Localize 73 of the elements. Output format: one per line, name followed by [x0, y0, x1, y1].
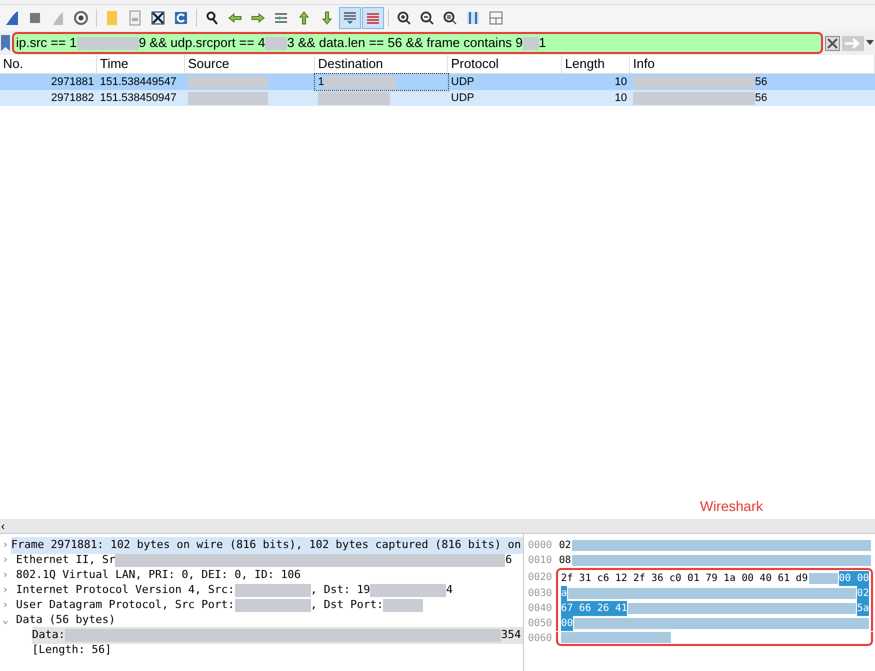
column-header[interactable]: Destination [318, 54, 384, 73]
tree-toggle[interactable]: › [2, 597, 16, 614]
tree-text: User Datagram Protocol, Src Port: [16, 597, 235, 614]
tree-item[interactable]: Data: 354 [32, 627, 523, 644]
offset-label: 0040 [527, 602, 554, 616]
offset-label: 0000 [527, 539, 554, 553]
table-cell-text: 56 [755, 74, 768, 90]
offset-label: 0050 [527, 617, 554, 631]
tree-item[interactable]: Frame 2971881: 102 bytes on wire (816 bits), 102 bytes captured (816 bits) on [11, 537, 523, 554]
table-cell-text: 56 [755, 90, 768, 106]
tree-text: 4 [446, 582, 453, 598]
tree-toggle[interactable]: › [2, 552, 16, 569]
tree-text: Ethernet II, Sr [16, 552, 116, 568]
offset-label: 0010 [527, 554, 554, 568]
table-cell-text: 2971882 [51, 90, 94, 106]
tree-item[interactable]: User Datagram Protocol, Src Port: , Dst Port: [16, 597, 523, 614]
tree-toggle[interactable]: › [2, 537, 12, 554]
redaction-block [383, 599, 424, 612]
column-header[interactable]: Time [100, 54, 128, 73]
annotation-label: Wireshark [700, 497, 763, 516]
column-header[interactable]: Source [188, 54, 230, 73]
table-cell-text: 10 [614, 74, 627, 90]
dropdown-caret-icon[interactable] [866, 40, 874, 46]
scroll-left-arrow[interactable]: ‹ [0, 520, 6, 532]
offset-label: 0020 [527, 570, 554, 584]
tree-item[interactable]: Ethernet II, Sr 6 [16, 552, 523, 569]
tree-text: 354 [501, 627, 521, 644]
redaction-block [76, 36, 139, 50]
display-filter-field[interactable]: ip.src == 1 9 && udp.srcport == 4 3 && data.len == 56 && frame contains 9 1 [12, 32, 823, 54]
redaction-block [318, 92, 390, 104]
colorize-icon[interactable] [363, 8, 383, 28]
tree-text: 6 [505, 552, 512, 568]
filter-text: ip.src == 1 [16, 34, 77, 52]
tree-text: , Dst: 19 [310, 582, 370, 598]
tree-text: , Dst Port: [310, 597, 384, 614]
clear-icon[interactable] [825, 36, 840, 50]
filter-text: 3 && data.len == 56 && frame contains 9 [287, 34, 523, 52]
column-header[interactable]: Info [633, 54, 655, 73]
redaction-block [265, 36, 288, 50]
packet-row[interactable]: 2971881 151.538449547 1 UDP 10 56 [0, 74, 875, 90]
column-header[interactable]: No. [3, 54, 24, 73]
column-header[interactable]: Length [565, 54, 605, 73]
offset-label: 0030 [527, 587, 554, 601]
column-header[interactable]: Protocol [451, 54, 499, 73]
table-cell-text: 151.538449547 [100, 74, 176, 90]
table-cell-text: 2971881 [51, 74, 94, 90]
hex-bytes[interactable]: 02 [559, 538, 572, 553]
tree-toggle[interactable]: ⌄ [2, 612, 16, 629]
filter-text: 9 && udp.srcport == 4 [138, 34, 266, 52]
autoscroll-icon[interactable] [340, 8, 360, 28]
offset-label: 0060 [527, 632, 554, 646]
table-cell-text: UDP [451, 74, 474, 90]
tree-text: Internet Protocol Version 4, Src: [16, 582, 235, 598]
tree-toggle[interactable]: › [2, 567, 16, 584]
table-cell-text: UDP [451, 90, 474, 106]
tree-item[interactable]: [Length: 56] [32, 642, 523, 659]
table-cell-text: 151.538450947 [100, 90, 176, 106]
gear-circle-icon[interactable] [71, 8, 91, 28]
tree-item[interactable]: Internet Protocol Version 4, Src: , Dst: 19 4 [16, 582, 523, 599]
hex-bytes[interactable]: 08 [559, 553, 572, 568]
redaction-block [808, 573, 838, 584]
tree-text: Data: [32, 627, 66, 644]
horizontal-scrollbar[interactable]: ‹ [0, 519, 875, 533]
packet-row[interactable]: 2971882 151.538450947 UDP 10 56 [0, 90, 875, 106]
tree-toggle[interactable]: › [2, 582, 16, 599]
table-cell-text: 10 [614, 90, 627, 106]
table-cell-text: 1 [318, 74, 324, 90]
hex-bytes[interactable]: 2f 31 c6 12 2f 36 c0 01 79 1a 00 40 61 d9 [561, 571, 808, 586]
redaction-block [522, 36, 539, 50]
filter-text: 1 [538, 34, 546, 52]
tree-item[interactable]: 802.1Q Virtual LAN, PRI: 0, DEI: 0, ID: 106 [16, 567, 523, 584]
bookmark-icon[interactable] [1, 35, 10, 51]
tree-item[interactable]: Data (56 bytes) [16, 612, 523, 629]
